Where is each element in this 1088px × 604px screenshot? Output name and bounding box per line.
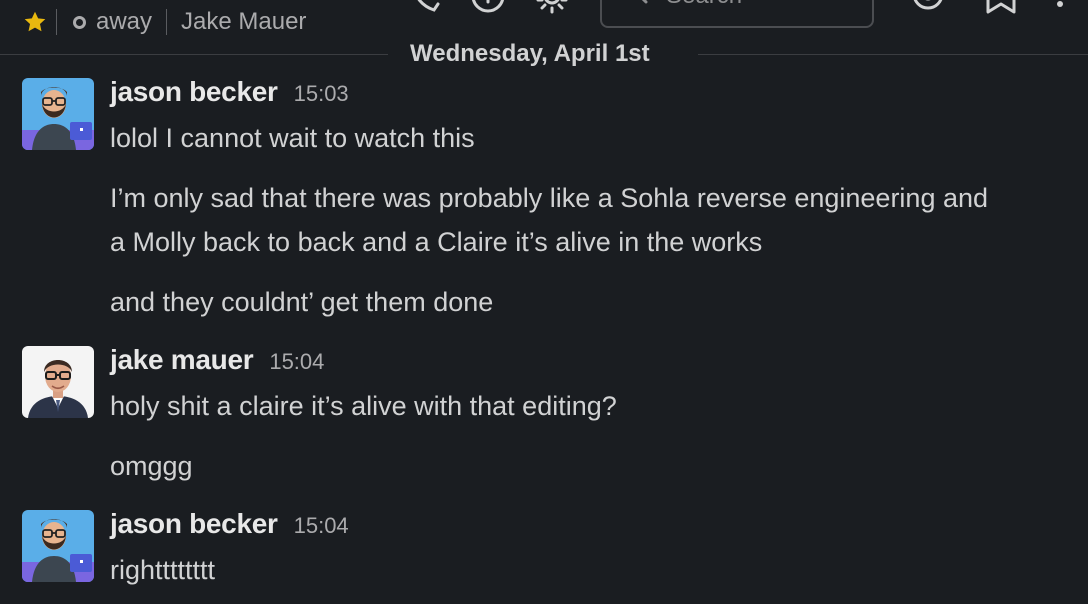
phone-icon[interactable] bbox=[408, 0, 442, 14]
header-divider bbox=[166, 9, 168, 35]
search-icon bbox=[641, 0, 648, 4]
saved-items-icon[interactable] bbox=[984, 0, 1018, 16]
timestamp[interactable]: 15:04 bbox=[294, 513, 349, 539]
message-text: lolol I cannot wait to watch this bbox=[110, 123, 475, 153]
divider-line-left bbox=[0, 54, 388, 55]
sender-name[interactable]: jason becker bbox=[110, 76, 278, 108]
mentions-icon[interactable] bbox=[910, 0, 946, 16]
message-text: rightttttttt bbox=[110, 555, 216, 585]
sender-name[interactable]: jason becker bbox=[110, 508, 278, 540]
message-text: omggg bbox=[110, 451, 193, 481]
status-text[interactable]: away bbox=[96, 8, 152, 36]
search-input[interactable]: Search bbox=[600, 0, 874, 28]
avatar[interactable] bbox=[22, 346, 94, 418]
message-text: I’m only sad that there was probably lik… bbox=[110, 183, 989, 213]
header-divider bbox=[56, 9, 57, 35]
header-left: away Jake Mauer bbox=[22, 6, 306, 38]
star-icon[interactable] bbox=[22, 9, 48, 35]
timestamp[interactable]: 15:04 bbox=[269, 349, 324, 375]
message-text: holy shit a claire it’s alive with that … bbox=[110, 391, 617, 421]
message-text: a Molly back to back and a Claire it’s a… bbox=[110, 227, 763, 257]
gear-icon[interactable] bbox=[534, 0, 570, 16]
search-placeholder: Search bbox=[666, 0, 742, 10]
message-header: jason becker 15:03 bbox=[110, 76, 349, 108]
message-header: jake mauer 15:04 bbox=[110, 344, 324, 376]
conversation-view: away Jake Mauer Search bbox=[0, 0, 1088, 604]
divider-line-right bbox=[698, 54, 1088, 55]
user-name[interactable]: Jake Mauer bbox=[181, 8, 306, 36]
more-options-icon[interactable] bbox=[1052, 0, 1068, 18]
presence-icon bbox=[73, 15, 86, 29]
message-header: jason becker 15:04 bbox=[110, 508, 349, 540]
sender-name[interactable]: jake mauer bbox=[110, 344, 254, 376]
date-divider[interactable]: Wednesday, April 1st bbox=[396, 38, 664, 70]
avatar[interactable] bbox=[22, 510, 94, 582]
timestamp[interactable]: 15:03 bbox=[294, 81, 349, 107]
message-text: and they couldnt’ get them done bbox=[110, 287, 494, 317]
info-icon[interactable] bbox=[470, 0, 506, 16]
avatar[interactable] bbox=[22, 78, 94, 150]
